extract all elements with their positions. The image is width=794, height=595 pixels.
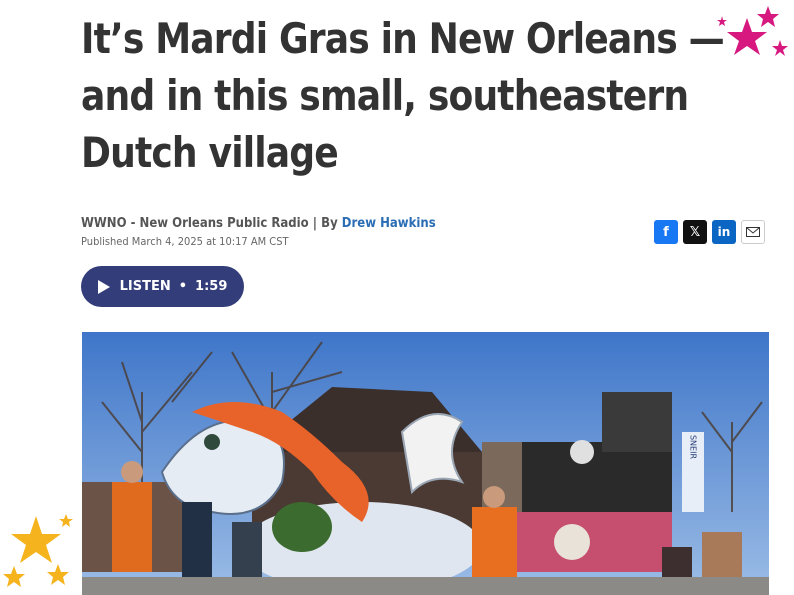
listen-label: LISTEN — [119, 279, 171, 294]
gold-stars-decoration — [3, 514, 73, 587]
parade-photo: SNEIR — [82, 332, 769, 595]
star-icon — [717, 16, 727, 26]
article-headline: It’s Mardi Gras in New Orleans — and in … — [81, 10, 725, 181]
headline-line-3: Dutch village — [81, 128, 339, 177]
x-icon: 𝕏 — [689, 224, 701, 240]
facebook-icon: f — [663, 224, 669, 240]
source-name: WWNO - New Orleans Public Radio — [81, 216, 309, 231]
star-icon — [727, 18, 767, 55]
by-prefix: | By — [312, 216, 338, 231]
star-icon — [59, 514, 73, 527]
star-icon — [11, 516, 61, 563]
star-icon — [3, 566, 25, 587]
author-link[interactable]: Drew Hawkins — [342, 216, 436, 231]
banner-sign-text: SNEIR — [689, 435, 698, 459]
play-icon — [97, 279, 110, 294]
share-x-button[interactable]: 𝕏 — [683, 220, 707, 244]
linkedin-icon: in — [717, 225, 731, 239]
share-facebook-button[interactable]: f — [654, 220, 678, 244]
published-date: Published March 4, 2025 at 10:17 AM CST — [81, 235, 289, 248]
share-email-button[interactable] — [741, 220, 765, 244]
byline: WWNO - New Orleans Public Radio | By Dre… — [81, 216, 436, 231]
listen-separator: • — [178, 279, 188, 294]
share-linkedin-button[interactable]: in — [712, 220, 736, 244]
headline-line-2: and in this small, southeastern — [81, 71, 689, 120]
pink-stars-decoration — [717, 6, 788, 56]
headline-line-1: It’s Mardi Gras in New Orleans — — [81, 14, 725, 63]
mail-icon — [746, 227, 760, 237]
star-icon — [47, 564, 69, 585]
star-icon — [772, 40, 788, 56]
listen-button[interactable]: LISTEN • 1:59 — [81, 266, 244, 307]
star-icon — [757, 6, 779, 27]
hero-photo: SNEIR — [82, 332, 769, 595]
listen-duration: 1:59 — [195, 279, 228, 294]
